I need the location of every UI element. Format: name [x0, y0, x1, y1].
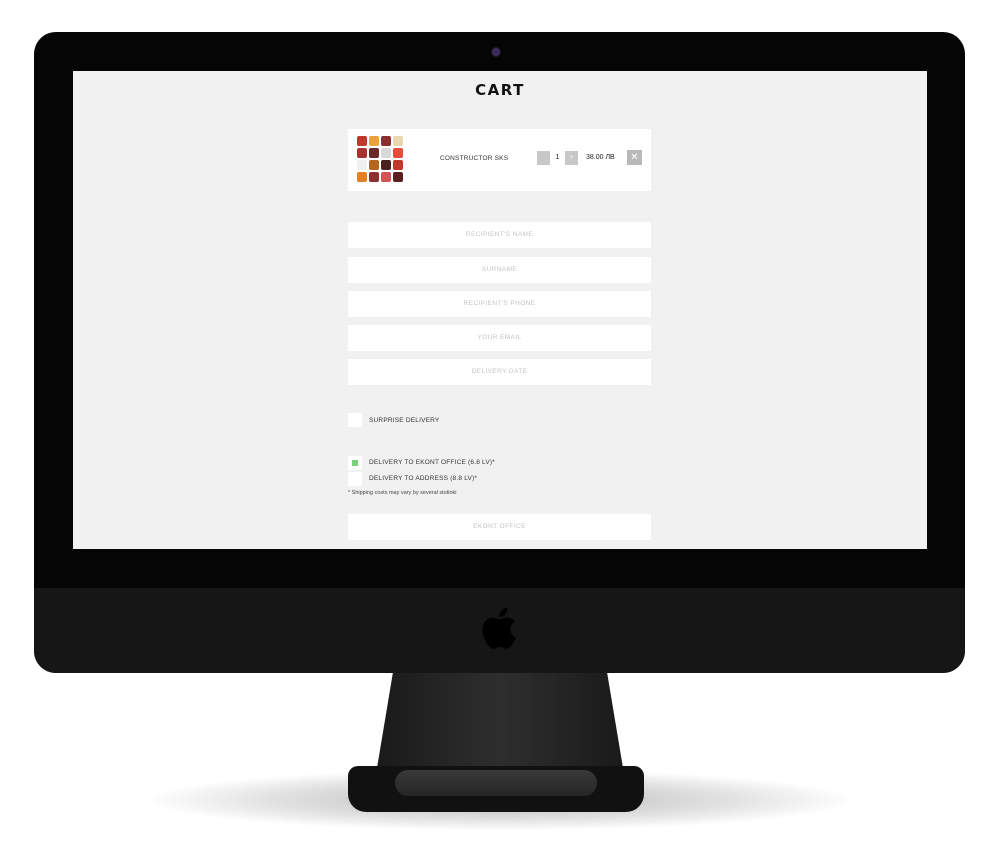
shipping-note: * Shipping costs may vary by several sto… [348, 490, 457, 496]
recipient-name-input[interactable]: RECIPIENT'S NAME [348, 222, 651, 248]
thumbnail-tile [357, 148, 367, 158]
close-icon: ✕ [630, 152, 639, 163]
selected-dot-icon [352, 460, 358, 466]
page-title: CART [475, 81, 525, 99]
monitor-stand [375, 660, 625, 780]
thumbnail-tile [393, 136, 403, 146]
monitor-stand-slot [395, 770, 597, 796]
delivery-office-label: DELIVERY TO EKONT OFFICE (6.8 LV)* [369, 459, 496, 466]
thumbnail-tile [369, 136, 379, 146]
quantity-input[interactable]: 1 [551, 151, 564, 165]
remove-item-button[interactable]: ✕ [627, 150, 642, 165]
thumbnail-tile [381, 148, 391, 158]
delivery-address-radio[interactable] [348, 472, 362, 486]
thumbnail-tile [357, 160, 367, 170]
quantity-increase-button[interactable]: + [565, 151, 578, 165]
recipient-phone-input[interactable]: RECIPIENT'S PHONE [348, 291, 651, 317]
thumbnail-tile [393, 148, 403, 158]
thumbnail-tile [357, 172, 367, 182]
delivery-office-radio[interactable] [348, 456, 362, 470]
item-price: 38.00 ЛВ [586, 154, 615, 161]
delivery-address-label: DELIVERY TO ADDRESS (8.8 LV)* [369, 475, 478, 482]
thumbnail-tile [381, 172, 391, 182]
product-thumbnail[interactable] [357, 136, 403, 182]
thumbnail-tile [369, 148, 379, 158]
thumbnail-tile [381, 160, 391, 170]
thumbnail-tile [357, 136, 367, 146]
ekont-office-select[interactable]: EKONT OFFICE [348, 514, 651, 540]
thumbnail-tile [369, 160, 379, 170]
thumbnail-tile [381, 136, 391, 146]
surname-input[interactable]: SURNAME [348, 257, 651, 283]
thumbnail-tile [369, 172, 379, 182]
camera-icon [492, 48, 500, 56]
email-input[interactable]: YOUR EMAIL [348, 325, 651, 351]
cart-item-row: CONSTRUCTOR SKS 1 + 38.00 ЛВ ✕ [348, 129, 651, 191]
browser-screen: CART CONSTRUCTOR SKS 1 + 38.00 ЛВ ✕ RECI… [73, 71, 927, 549]
surprise-delivery-label: SURPRISE DELIVERY [369, 417, 440, 424]
delivery-date-input[interactable]: DELIVERY DATE [348, 359, 651, 385]
thumbnail-tile [393, 172, 403, 182]
quantity-decrease-button[interactable] [537, 151, 550, 165]
surprise-delivery-checkbox[interactable] [348, 413, 362, 427]
apple-logo-icon [482, 607, 516, 649]
product-name[interactable]: CONSTRUCTOR SKS [440, 155, 508, 162]
thumbnail-tile [393, 160, 403, 170]
